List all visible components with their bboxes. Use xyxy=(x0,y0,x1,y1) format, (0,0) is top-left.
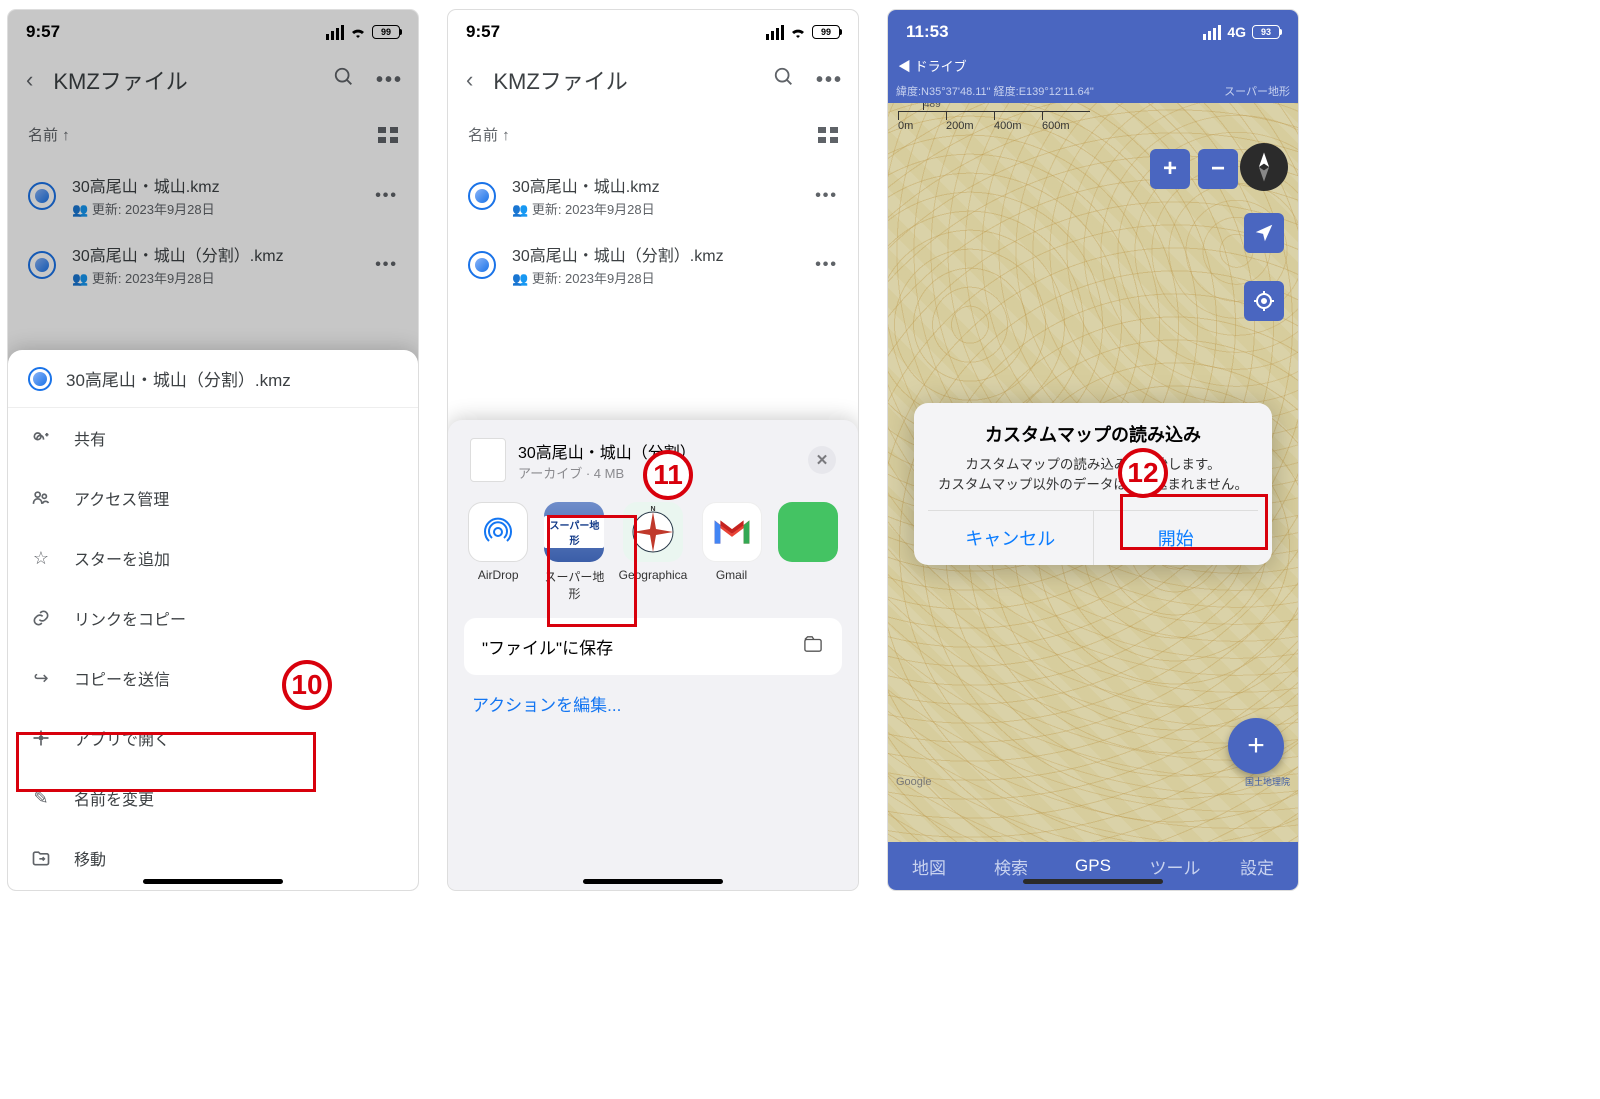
phone-2: 9:57 99 ‹ KMZファイル ••• 名前 ↑ 30高尾山・城山.kmz … xyxy=(448,10,858,890)
signal-icon xyxy=(766,25,784,40)
document-icon xyxy=(470,438,506,482)
share-app-row: AirDrop スーパー地形 スーパー地形 N Geographica Gmai… xyxy=(464,496,842,612)
file-row[interactable]: 30高尾山・城山（分割）.kmz 👥 更新: 2023年9月28日 ••• xyxy=(448,230,858,299)
file-type-icon xyxy=(28,367,52,391)
sheet-file-name: 30高尾山・城山（分割）.kmz xyxy=(66,366,291,391)
coord-bar: 緯度:N35°37'48.11" 経度:E139°12'11.64" スーパー地… xyxy=(888,81,1298,103)
file-subtitle: 👥 更新: 2023年9月28日 xyxy=(512,199,799,218)
view-grid-icon[interactable] xyxy=(818,127,838,143)
highlight-11 xyxy=(547,515,637,627)
home-indicator xyxy=(1023,879,1163,884)
menu-star[interactable]: ☆スターを追加 xyxy=(8,528,418,588)
people-icon xyxy=(30,488,52,508)
menu-access[interactable]: アクセス管理 xyxy=(8,468,418,528)
search-icon[interactable] xyxy=(772,66,796,94)
app-more-icon xyxy=(778,502,838,562)
file-type-icon xyxy=(468,182,496,210)
network-label: 4G xyxy=(1227,24,1246,40)
step-badge-11: 11 xyxy=(643,450,693,500)
map-attribution: Google xyxy=(896,776,931,788)
folder-move-icon xyxy=(30,849,52,867)
file-name: 30高尾山・城山.kmz xyxy=(512,173,799,197)
layer-label: スーパー地形 xyxy=(1224,83,1290,99)
status-bar: 9:57 99 xyxy=(448,10,858,54)
save-to-files[interactable]: "ファイル"に保存 xyxy=(464,618,842,675)
menu-copy-link[interactable]: リンクをコピー xyxy=(8,588,418,648)
zoom-out-button[interactable]: − xyxy=(1198,149,1238,189)
tab-settings[interactable]: 設定 xyxy=(1216,842,1298,890)
highlight-12 xyxy=(1120,494,1268,550)
add-fab[interactable]: + xyxy=(1228,718,1284,774)
file-more-icon[interactable]: ••• xyxy=(815,256,838,274)
phone-3: 11:53 4G 93 ◀ ドライブ 緯度:N35°37'48.11" 経度:E… xyxy=(888,10,1298,890)
folder-icon xyxy=(802,635,824,658)
gmail-icon xyxy=(702,502,762,562)
wifi-icon xyxy=(790,26,806,38)
file-type-icon xyxy=(468,251,496,279)
status-time: 9:57 xyxy=(466,22,500,42)
dialog-cancel-button[interactable]: キャンセル xyxy=(928,511,1093,565)
svg-text:N: N xyxy=(650,506,655,513)
back-to-drive[interactable]: ◀ ドライブ xyxy=(888,54,1298,81)
menu-send-copy[interactable]: ↪コピーを送信 xyxy=(8,648,418,708)
star-icon: ☆ xyxy=(30,548,52,569)
app-airdrop[interactable]: AirDrop xyxy=(466,502,530,602)
edit-actions[interactable]: アクションを編集... xyxy=(464,675,842,720)
center-button[interactable] xyxy=(1244,281,1284,321)
tab-map[interactable]: 地図 xyxy=(888,842,970,890)
file-row[interactable]: 30高尾山・城山.kmz 👥 更新: 2023年9月28日 ••• xyxy=(448,161,858,230)
status-bar: 11:53 4G 93 xyxy=(888,10,1298,54)
scale-bar: 489 0m200m400m600m xyxy=(898,111,1090,132)
signal-icon xyxy=(1203,25,1221,40)
menu-share[interactable]: 共有 xyxy=(8,408,418,468)
app-more[interactable] xyxy=(776,502,840,602)
zoom-in-button[interactable]: + xyxy=(1150,149,1190,189)
link-icon xyxy=(30,608,52,628)
step-badge-10: 10 xyxy=(282,660,332,710)
compass-button[interactable] xyxy=(1240,143,1288,191)
more-icon[interactable]: ••• xyxy=(816,69,840,92)
sort-row[interactable]: 名前 ↑ xyxy=(448,114,858,161)
highlight-10 xyxy=(16,732,316,792)
share-icon xyxy=(30,428,52,448)
dialog-title: カスタムマップの読み込み xyxy=(928,421,1258,447)
dialog-message: カスタムマップの読み込みを開始します。カスタムマップ以外のデータは読み込まれませ… xyxy=(928,455,1258,496)
battery-icon: 93 xyxy=(1252,25,1280,39)
app-gmail[interactable]: Gmail xyxy=(699,502,763,602)
drive-header: ‹ KMZファイル ••• xyxy=(448,54,858,114)
send-icon: ↪ xyxy=(30,668,52,689)
file-name: 30高尾山・城山（分割）.kmz xyxy=(512,242,799,266)
close-button[interactable]: ✕ xyxy=(808,446,836,474)
airdrop-icon xyxy=(468,502,528,562)
file-more-icon[interactable]: ••• xyxy=(815,187,838,205)
file-subtitle: 👥 更新: 2023年9月28日 xyxy=(512,268,799,287)
page-title: KMZファイル xyxy=(493,64,752,96)
battery-icon: 99 xyxy=(812,25,840,39)
sort-label: 名前 ↑ xyxy=(468,124,510,145)
step-badge-12: 12 xyxy=(1118,448,1168,498)
map-credit: 国土地理院 xyxy=(1245,775,1290,788)
context-sheet: 30高尾山・城山（分割）.kmz 共有 アクセス管理 ☆スターを追加 リンクをコ… xyxy=(8,350,418,890)
back-button[interactable]: ‹ xyxy=(466,67,473,93)
locate-button[interactable] xyxy=(1244,213,1284,253)
map-canvas[interactable]: 489 0m200m400m600m + − + Google 国土地理院 カス… xyxy=(888,103,1298,842)
status-time: 11:53 xyxy=(906,22,949,42)
home-indicator xyxy=(143,879,283,884)
phone-1: 9:57 99 ‹ KMZファイル ••• 名前 ↑ 30高尾山・城山.kmz … xyxy=(8,10,418,890)
home-indicator xyxy=(583,879,723,884)
